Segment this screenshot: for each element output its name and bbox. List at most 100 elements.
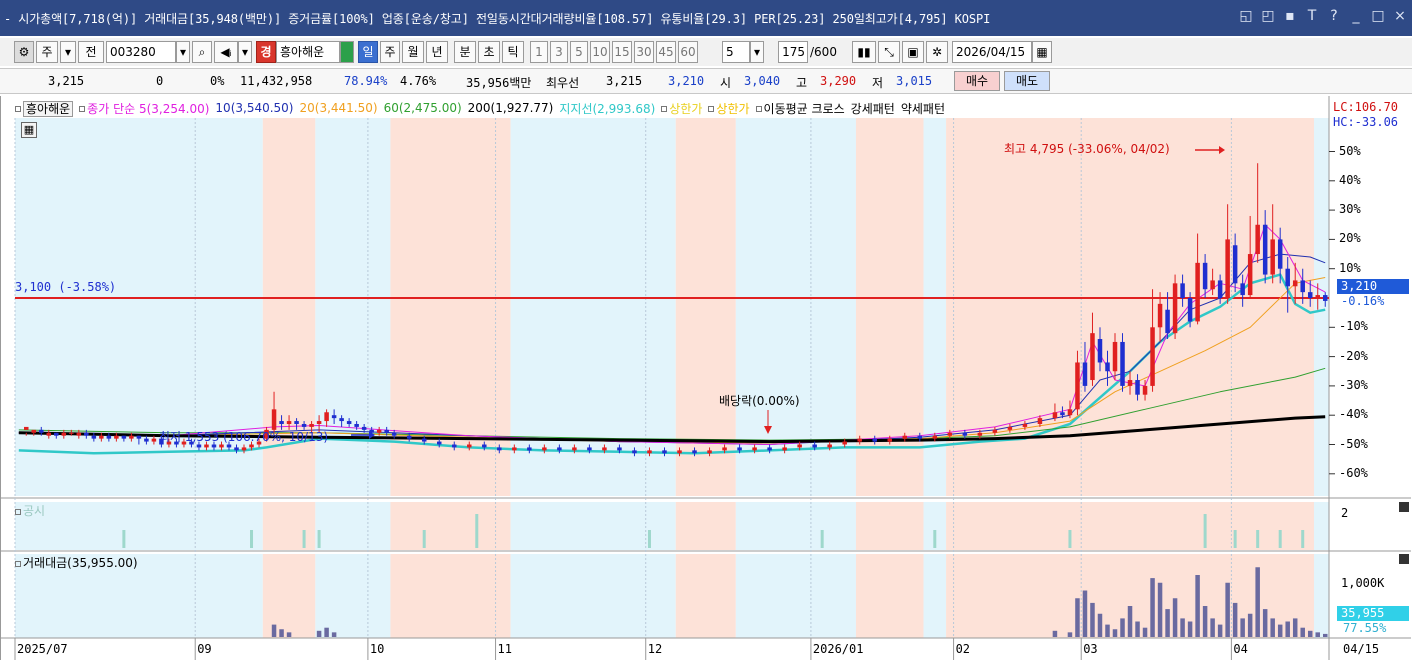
interval-input[interactable]: 5 <box>722 41 750 63</box>
candle-body <box>61 432 67 436</box>
bar-count-input[interactable]: 175 <box>778 41 808 63</box>
interval-10[interactable]: 10 <box>590 41 610 63</box>
maximize-button[interactable]: □ <box>1370 8 1386 24</box>
legend-upper2[interactable]: 상한가 <box>708 100 750 117</box>
config-icon[interactable]: ✲ <box>926 41 948 63</box>
close-panel-icon[interactable] <box>1399 554 1409 564</box>
legend-cross[interactable]: 이동평균 크로스 <box>755 100 845 117</box>
candle-body <box>1240 283 1245 296</box>
candle-body <box>331 415 337 419</box>
disclosure-band <box>735 502 856 550</box>
interval-15[interactable]: 15 <box>612 41 632 63</box>
right-axis-tick-label: 20% <box>1339 231 1361 246</box>
pin-icon[interactable]: ▪ <box>1282 8 1298 24</box>
candle-body <box>767 447 772 451</box>
stock-name-field[interactable]: 흥아해운 <box>276 41 340 63</box>
font-icon[interactable]: T <box>1304 8 1320 24</box>
best-ask-value: 3,215 <box>606 74 643 88</box>
minimize-button[interactable]: _ <box>1348 8 1364 24</box>
interval-60[interactable]: 60 <box>678 41 698 63</box>
interval-45[interactable]: 45 <box>656 41 676 63</box>
disclosure-bar <box>933 530 937 548</box>
legend-ma20[interactable]: 20(3,441.50) <box>300 101 378 115</box>
draw-line-icon[interactable]: ⤡ <box>878 41 900 63</box>
amount-bar <box>1225 582 1230 637</box>
period-monthly-tab[interactable]: 월 <box>402 41 424 63</box>
candle-body <box>324 412 329 422</box>
legend-weak[interactable]: 약세패턴 <box>901 100 945 117</box>
legend-stock[interactable]: 흥아해운 <box>15 100 74 117</box>
legend-upper[interactable]: 상한가 <box>661 100 702 117</box>
interval-5[interactable]: 5 <box>570 41 588 63</box>
grid-icon[interactable]: ▦ <box>21 122 37 138</box>
candle-body <box>542 447 547 451</box>
bar-count-total: /600 <box>810 45 837 59</box>
period-daily-tab[interactable]: 일 <box>358 41 378 63</box>
legend-close[interactable]: 종가 단순 5(3,254.00) <box>79 100 209 117</box>
candle-body <box>144 438 149 442</box>
candle-body <box>1307 292 1313 298</box>
save-icon[interactable]: ▣ <box>902 41 924 63</box>
change-value: 0 <box>156 74 164 88</box>
code-dropdown-icon[interactable]: ▾ <box>176 41 190 63</box>
candle-body <box>91 435 97 439</box>
amount-band <box>315 554 391 638</box>
settings-icon[interactable]: ⚙ <box>14 41 34 63</box>
legend-strong[interactable]: 강세패턴 <box>851 100 895 117</box>
close-button[interactable]: × <box>1392 8 1408 24</box>
interval-dropdown-icon[interactable]: ▾ <box>750 41 764 63</box>
legend-ma60[interactable]: 60(2,475.00) <box>384 101 462 115</box>
interval-1[interactable]: 1 <box>530 41 548 63</box>
disclosure-band <box>510 502 676 550</box>
chevron-down-icon[interactable]: ▾ <box>60 41 76 63</box>
period-minute-tab[interactable]: 분 <box>454 41 476 63</box>
disclosure-bar <box>302 530 306 548</box>
buy-button[interactable]: 매수 <box>954 71 1000 91</box>
date-input[interactable]: 2026/04/15 <box>952 41 1032 63</box>
amount-bar <box>1052 630 1058 637</box>
candle-body <box>316 421 322 424</box>
sell-button[interactable]: 매도 <box>1004 71 1050 91</box>
period-weekly-tab[interactable]: 주 <box>380 41 400 63</box>
candle-body <box>279 421 284 424</box>
low-annotation: 최저 1,553 (106.70%, 10/13) <box>159 430 329 444</box>
disclosure-band <box>855 502 924 550</box>
chart-area[interactable]: 흥아해운 종가 단순 5(3,254.00) 10(3,540.50) 20(3… <box>0 96 1412 660</box>
duplicate-icon[interactable]: ◰ <box>1260 8 1276 24</box>
window-buttons: ◱ ◰ ▪ T ? _ □ × <box>1238 8 1408 24</box>
candle-style-icon[interactable]: ▮▮ <box>852 41 876 63</box>
amount-bar <box>1127 606 1133 637</box>
layout-icon[interactable]: ◱ <box>1238 8 1254 24</box>
candle-body <box>391 432 397 436</box>
x-axis-label: 2025/07 <box>17 642 68 656</box>
candle-body <box>54 432 59 436</box>
sound-dropdown-icon[interactable]: ▾ <box>238 41 252 63</box>
legend-ma200[interactable]: 200(1,927.77) <box>468 101 554 115</box>
period-second-tab[interactable]: 초 <box>478 41 500 63</box>
hc-label: HC:-33.06 <box>1333 115 1399 129</box>
disclosure-band <box>1313 502 1329 550</box>
stock-summary-text: - 시가총액[7,718(억)] 거래대금[35,948(백만)] 증거금률[1… <box>4 12 991 26</box>
candle-body <box>1315 295 1320 298</box>
close-panel-icon[interactable] <box>1399 502 1409 512</box>
legend-support[interactable]: 지지선(2,993.68) <box>559 100 655 117</box>
help-icon[interactable]: ? <box>1326 8 1342 24</box>
candle-body <box>662 450 667 454</box>
type-select-button[interactable]: 주 <box>36 41 58 63</box>
prev-button[interactable]: 전 <box>78 41 104 63</box>
period-tick-tab[interactable]: 틱 <box>502 41 524 63</box>
candle-body <box>902 435 908 439</box>
candle-body <box>376 429 382 433</box>
period-yearly-tab[interactable]: 년 <box>426 41 448 63</box>
search-icon[interactable]: ⌕ <box>192 41 212 63</box>
candle-body <box>497 447 502 451</box>
interval-3[interactable]: 3 <box>550 41 568 63</box>
legend-ma10[interactable]: 10(3,540.50) <box>215 101 293 115</box>
sound-icon[interactable]: ◀ᵢ <box>214 41 238 63</box>
stock-code-input[interactable]: 003280 <box>106 41 176 63</box>
interval-30[interactable]: 30 <box>634 41 654 63</box>
calendar-icon[interactable]: ▦ <box>1032 41 1052 63</box>
price-chart[interactable] <box>1 96 1411 660</box>
candle-body <box>557 447 562 451</box>
amount-bar <box>1075 598 1080 637</box>
